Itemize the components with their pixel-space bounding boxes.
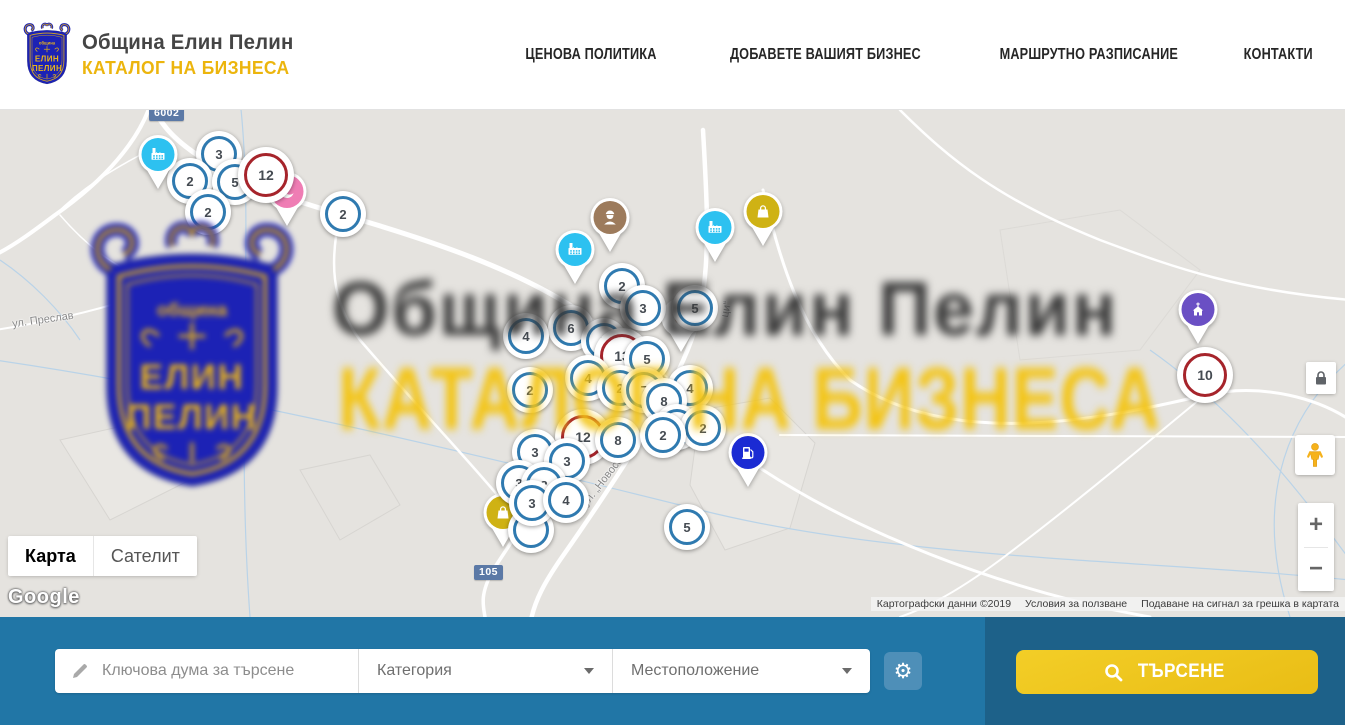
map-markers: 3251222235647135427428221282333834510 [0,110,1345,617]
cluster-count: 8 [600,422,636,458]
cluster-count: 12 [244,153,288,197]
search-box: Категория Местоположение [55,649,870,693]
cluster-count: 5 [669,509,705,545]
lock-button[interactable] [1306,362,1336,394]
cluster-marker[interactable]: 3 [620,285,666,331]
map-canvas[interactable]: 6002 105 ул. Преслав бул. „Новосел ци“ 3… [0,110,1345,617]
page: община ЕЛИН ПЕЛИН Община Елин Пелин КАТА… [0,0,1345,725]
header: община ЕЛИН ПЕЛИН Община Елин Пелин КАТА… [0,0,1345,110]
cluster-marker[interactable]: 2 [185,189,231,235]
lock-icon [1312,369,1330,387]
location-select-label: Местоположение [631,662,759,680]
pegman-icon [1304,442,1326,468]
church-pin[interactable] [1175,288,1221,345]
pencil-icon [71,663,88,680]
cluster-count: 2 [512,372,548,408]
category-select-label: Категория [377,662,452,680]
crest-text-elin: ЕЛИН [35,55,59,64]
zoom-in-button[interactable]: + [1298,503,1334,547]
map-attribution: Картографски данни ©2019 Условия за полз… [871,597,1345,611]
search-icon [1104,663,1123,682]
cluster-marker[interactable]: 2 [680,405,726,451]
advanced-settings-button[interactable]: ⚙ [884,652,922,690]
cluster-marker[interactable]: 2 [507,367,553,413]
cluster-marker[interactable]: 12 [238,147,294,203]
attribution-terms-link[interactable]: Условия за ползване [1025,598,1127,610]
gear-icon: ⚙ [894,659,913,684]
cluster-count: 2 [325,196,361,232]
map-type-satellite-button[interactable]: Сателит [93,536,197,576]
cluster-count: 2 [685,410,721,446]
zoom-control: + − [1298,503,1334,591]
search-button-label: ТЪРСЕНЕ [1138,661,1225,683]
cluster-count: 5 [677,290,713,326]
main-nav: ЦЕНОВА ПОЛИТИКА ДОБАВЕТЕ ВАШИЯТ БИЗНЕС М… [473,0,1320,110]
map-type-control: Карта Сателит [8,536,197,576]
municipality-crest-icon: община ЕЛИН ПЕЛИН [22,22,72,88]
google-logo[interactable]: Google [8,586,80,609]
pegman-button[interactable] [1295,435,1335,475]
crest-text-pelin: ПЕЛИН [32,64,62,73]
search-bar: Категория Местоположение ⚙ ТЪРСЕНЕ [0,617,1345,725]
nav-add-business[interactable]: ДОБАВЕТЕ ВАШИЯТ БИЗНЕС [730,46,921,64]
cluster-count: 4 [508,318,544,354]
cluster-count: 2 [190,194,226,230]
zoom-out-button[interactable]: − [1298,548,1334,592]
cluster-count: 10 [1183,353,1227,397]
cluster-count: 3 [625,290,661,326]
category-select[interactable]: Категория [358,649,612,693]
cluster-marker[interactable]: 4 [543,477,589,523]
attribution-copyright: Картографски данни ©2019 [877,598,1011,610]
factory-pin[interactable] [552,228,598,285]
cluster-marker[interactable]: 4 [503,313,549,359]
keyword-field[interactable] [55,649,358,693]
chevron-down-icon [842,668,852,674]
cluster-marker[interactable]: 5 [672,285,718,331]
nav-contacts[interactable]: КОНТАКТИ [1243,46,1312,64]
cluster-marker[interactable]: 10 [1177,347,1233,403]
keyword-search-input[interactable] [100,661,358,681]
shopping-bag-pin[interactable] [740,190,786,247]
cluster-marker[interactable]: 5 [664,504,710,550]
map-type-map-button[interactable]: Карта [8,536,93,576]
factory-pin[interactable] [135,133,181,190]
site-subtitle: КАТАЛОГ НА БИЗНЕСА [82,58,293,79]
cluster-count: 2 [645,417,681,453]
chevron-down-icon [584,668,594,674]
factory-pin[interactable] [692,206,738,263]
search-button[interactable]: ТЪРСЕНЕ [1016,650,1318,694]
site-logo[interactable]: община ЕЛИН ПЕЛИН Община Елин Пелин КАТА… [22,22,300,88]
nav-route-schedule[interactable]: МАРШРУТНО РАЗПИСАНИЕ [999,46,1177,64]
site-title: Община Елин Пелин [82,31,293,55]
cluster-marker[interactable]: 2 [640,412,686,458]
attribution-report-link[interactable]: Подаване на сигнал за грешка в картата [1141,598,1339,610]
cluster-count: 4 [548,482,584,518]
nav-pricing-policy[interactable]: ЦЕНОВА ПОЛИТИКА [525,46,656,64]
location-select[interactable]: Местоположение [612,649,870,693]
cluster-marker[interactable]: 2 [320,191,366,237]
fuel-pin[interactable] [725,431,771,488]
crest-text-obshtina: община [39,41,56,46]
cluster-marker[interactable]: 8 [595,417,641,463]
